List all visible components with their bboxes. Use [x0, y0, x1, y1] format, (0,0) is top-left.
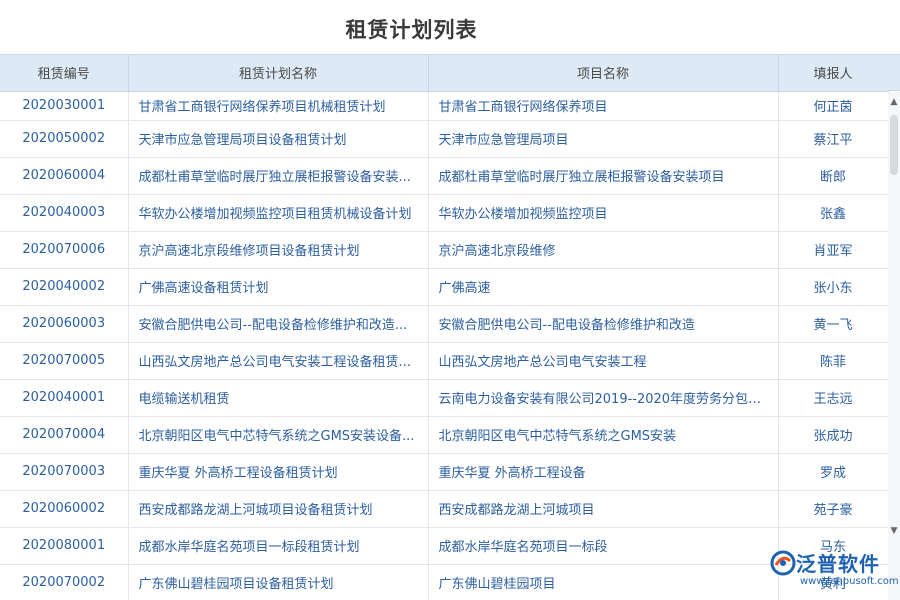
- cell-rental-id[interactable]: 2020060002: [0, 490, 129, 528]
- cell-project-name[interactable]: 京沪高速北京段维修: [428, 231, 779, 269]
- table-row[interactable]: 2020070004 北京朝阳区电气中芯特气系统之GMS安装设备... 北京朝阳区电…: [0, 416, 889, 454]
- cell-rental-id[interactable]: 2020040002: [0, 268, 129, 306]
- table-row[interactable]: 2020050002 天津市应急管理局项目设备租赁计划 天津市应急管理局项目 蔡江平: [0, 120, 889, 158]
- column-header-reporter[interactable]: 填报人: [778, 55, 889, 92]
- cell-reporter[interactable]: 罗成: [778, 453, 889, 491]
- cell-rental-id[interactable]: 2020070005: [0, 342, 129, 380]
- column-header-rental-id[interactable]: 租赁编号: [0, 55, 129, 92]
- table-row[interactable]: 2020040001 电缆输送机租赁 云南电力设备安装有限公司2019--2020年…: [0, 379, 889, 417]
- logo-brand-name: 泛普软件: [796, 552, 880, 576]
- table-row[interactable]: 2020070005 山西弘文房地产总公司电气安装工程设备租赁... 山西弘文房地产…: [0, 342, 889, 380]
- cell-reporter[interactable]: 肖亚军: [778, 231, 889, 269]
- cell-project-name[interactable]: 广东佛山碧桂园项目: [428, 564, 779, 600]
- cell-project-name[interactable]: 成都水岸华庭名苑项目一标段: [428, 527, 779, 565]
- logo-url: www.fanpusoft.com: [800, 576, 899, 587]
- cell-plan-name[interactable]: 山西弘文房地产总公司电气安装工程设备租赁...: [128, 342, 429, 380]
- cell-reporter[interactable]: 张成功: [778, 416, 889, 454]
- cell-rental-id[interactable]: 2020070004: [0, 416, 129, 454]
- cell-project-name[interactable]: 西安成都路龙湖上河城项目: [428, 490, 779, 528]
- table-row[interactable]: 2020060003 安徽合肥供电公司--配电设备检修维护和改造... 安徽合肥供电…: [0, 305, 889, 343]
- header-filler: [888, 55, 900, 91]
- cell-plan-name[interactable]: 广佛高速设备租赁计划: [128, 268, 429, 306]
- cell-project-name[interactable]: 广佛高速: [428, 268, 779, 306]
- cell-rental-id[interactable]: 2020070002: [0, 564, 129, 600]
- cell-plan-name[interactable]: 华软办公楼增加视频监控项目租赁机械设备计划: [128, 194, 429, 232]
- cell-project-name[interactable]: 北京朝阳区电气中芯特气系统之GMS安装: [428, 416, 779, 454]
- cell-reporter[interactable]: 陈菲: [778, 342, 889, 380]
- cell-rental-id[interactable]: 2020070006: [0, 231, 129, 269]
- cell-project-name[interactable]: 华软办公楼增加视频监控项目: [428, 194, 779, 232]
- cell-project-name[interactable]: 重庆华夏 外高桥工程设备: [428, 453, 779, 491]
- table-row[interactable]: 2020080001 成都水岸华庭名苑项目一标段租赁计划 成都水岸华庭名苑项目一标段…: [0, 527, 889, 565]
- plan-table-container: 租赁编号 租赁计划名称 项目名称 填报人 2020030001 甘肃省工商银行网络…: [0, 54, 900, 600]
- cell-project-name[interactable]: 天津市应急管理局项目: [428, 120, 779, 158]
- cell-reporter[interactable]: 苑子豪: [778, 490, 889, 528]
- cell-rental-id[interactable]: 2020060004: [0, 157, 129, 195]
- table-row[interactable]: 2020030001 甘肃省工商银行网络保养项目机械租赁计划 甘肃省工商银行网络保养…: [0, 91, 889, 121]
- brand-logo: 泛普软件 www.fanpusoft.com: [770, 544, 899, 600]
- table-header-row: 租赁编号 租赁计划名称 项目名称 填报人: [0, 55, 889, 92]
- cell-plan-name[interactable]: 安徽合肥供电公司--配电设备检修维护和改造...: [128, 305, 429, 343]
- cell-rental-id[interactable]: 2020060003: [0, 305, 129, 343]
- column-header-plan-name[interactable]: 租赁计划名称: [128, 55, 429, 92]
- table-row[interactable]: 2020060004 成都杜甫草堂临时展厅独立展柜报警设备安装... 成都杜甫草堂临…: [0, 157, 889, 195]
- cell-reporter[interactable]: 蔡江平: [778, 120, 889, 158]
- table-body: 2020030001 甘肃省工商银行网络保养项目机械租赁计划 甘肃省工商银行网络保养…: [0, 91, 889, 600]
- fanpu-logo-icon: [770, 550, 796, 576]
- cell-plan-name[interactable]: 重庆华夏 外高桥工程设备租赁计划: [128, 453, 429, 491]
- rental-plan-table: 租赁编号 租赁计划名称 项目名称 填报人 2020030001 甘肃省工商银行网络…: [0, 55, 889, 600]
- cell-plan-name[interactable]: 甘肃省工商银行网络保养项目机械租赁计划: [128, 91, 429, 121]
- cell-reporter[interactable]: 何正茵: [778, 91, 889, 121]
- table-row[interactable]: 2020070006 京沪高速北京段维修项目设备租赁计划 京沪高速北京段维修 肖亚军: [0, 231, 889, 269]
- cell-project-name[interactable]: 云南电力设备安装有限公司2019--2020年度劳务分包合...: [428, 379, 779, 417]
- column-header-project-name[interactable]: 项目名称: [428, 55, 779, 92]
- cell-reporter[interactable]: 黄一飞: [778, 305, 889, 343]
- cell-reporter[interactable]: 断郎: [778, 157, 889, 195]
- cell-rental-id[interactable]: 2020070003: [0, 453, 129, 491]
- cell-plan-name[interactable]: 天津市应急管理局项目设备租赁计划: [128, 120, 429, 158]
- cell-plan-name[interactable]: 广东佛山碧桂园项目设备租赁计划: [128, 564, 429, 600]
- cell-plan-name[interactable]: 成都水岸华庭名苑项目一标段租赁计划: [128, 527, 429, 565]
- cell-plan-name[interactable]: 成都杜甫草堂临时展厅独立展柜报警设备安装...: [128, 157, 429, 195]
- cell-reporter[interactable]: 张鑫: [778, 194, 889, 232]
- table-row[interactable]: 2020040003 华软办公楼增加视频监控项目租赁机械设备计划 华软办公楼增加视频…: [0, 194, 889, 232]
- cell-reporter[interactable]: 王志远: [778, 379, 889, 417]
- cell-rental-id[interactable]: 2020040003: [0, 194, 129, 232]
- cell-plan-name[interactable]: 北京朝阳区电气中芯特气系统之GMS安装设备...: [128, 416, 429, 454]
- page-title: 租赁计划列表: [345, 18, 478, 42]
- cell-project-name[interactable]: 成都杜甫草堂临时展厅独立展柜报警设备安装项目: [428, 157, 779, 195]
- cell-plan-name[interactable]: 京沪高速北京段维修项目设备租赁计划: [128, 231, 429, 269]
- cell-plan-name[interactable]: 电缆输送机租赁: [128, 379, 429, 417]
- table-row[interactable]: 2020070002 广东佛山碧桂园项目设备租赁计划 广东佛山碧桂园项目 黄利: [0, 564, 889, 600]
- cell-rental-id[interactable]: 2020080001: [0, 527, 129, 565]
- table-row[interactable]: 2020040002 广佛高速设备租赁计划 广佛高速 张小东: [0, 268, 889, 306]
- cell-rental-id[interactable]: 2020030001: [0, 91, 129, 121]
- table-row[interactable]: 2020070003 重庆华夏 外高桥工程设备租赁计划 重庆华夏 外高桥工程设备 罗成: [0, 453, 889, 491]
- cell-project-name[interactable]: 甘肃省工商银行网络保养项目: [428, 91, 779, 121]
- scrollbar-thumb[interactable]: [890, 115, 898, 175]
- table-row[interactable]: 2020060002 西安成都路龙湖上河城项目设备租赁计划 西安成都路龙湖上河城项目…: [0, 490, 889, 528]
- cell-project-name[interactable]: 安徽合肥供电公司--配电设备检修维护和改造: [428, 305, 779, 343]
- scroll-up-arrow-icon[interactable]: ▲: [889, 97, 899, 107]
- cell-plan-name[interactable]: 西安成都路龙湖上河城项目设备租赁计划: [128, 490, 429, 528]
- scroll-down-arrow-icon[interactable]: ▼: [889, 526, 899, 536]
- cell-rental-id[interactable]: 2020050002: [0, 120, 129, 158]
- cell-rental-id[interactable]: 2020040001: [0, 379, 129, 417]
- cell-project-name[interactable]: 山西弘文房地产总公司电气安装工程: [428, 342, 779, 380]
- cell-reporter[interactable]: 张小东: [778, 268, 889, 306]
